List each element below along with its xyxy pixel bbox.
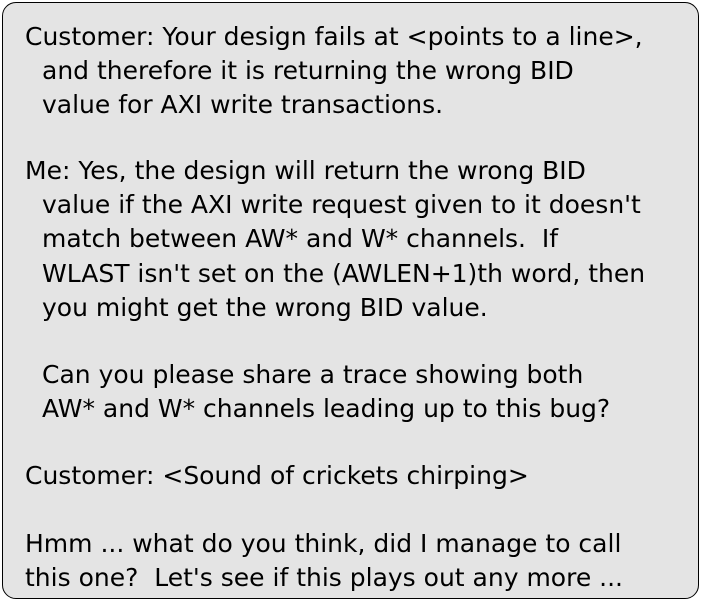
reply-request-line-2: AW* and W* channels leading up to this b… <box>42 394 611 423</box>
customer-response-line: Customer: <Sound of crickets chirping> <box>25 461 529 490</box>
reply-request-line-1: Can you please share a trace showing bot… <box>42 360 584 389</box>
dialog-box: Customer: Your design fails at <points t… <box>2 2 699 599</box>
reply-line-1: Me: Yes, the design will return the wron… <box>25 156 586 185</box>
customer-complaint-line-2: and therefore it is returning the wrong … <box>42 56 574 85</box>
reply-line-3: match between AW* and W* channels. If <box>42 224 559 253</box>
reply-line-2: value if the AXI write request given to … <box>42 190 641 219</box>
closing-line-2: this one? Let's see if this plays out an… <box>25 563 623 592</box>
customer-complaint-line-3: value for AXI write transactions. <box>42 90 444 119</box>
reply-line-4: WLAST isn't set on the (AWLEN+1)th word,… <box>42 259 646 288</box>
reply-line-5: you might get the wrong BID value. <box>42 293 488 322</box>
customer-complaint-line-1: Customer: Your design fails at <points t… <box>25 22 643 51</box>
closing-line-1: Hmm ... what do you think, did I manage … <box>25 529 622 558</box>
